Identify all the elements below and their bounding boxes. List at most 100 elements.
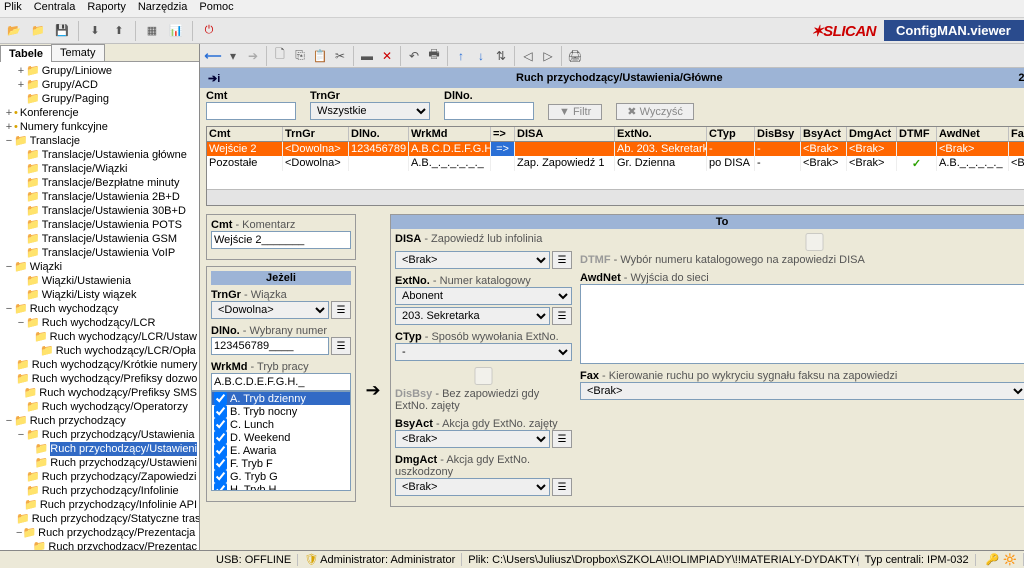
edit-dmgact-select[interactable]: <Brak> — [395, 478, 550, 496]
grid-col-header[interactable]: AwdNet — [937, 127, 1009, 142]
sort-icon[interactable]: ⇅ — [492, 47, 510, 65]
exit-icon[interactable]: ⏻ — [199, 21, 219, 41]
wrkmd-checkbox[interactable] — [214, 405, 227, 418]
tree-node[interactable]: −📁Wiązki — [2, 260, 197, 274]
menu-plik[interactable]: Plik — [4, 1, 22, 16]
table-row[interactable]: Pozostałe<Dowolna>A.B._._._._._._Zap. Za… — [207, 156, 1024, 171]
tree-node[interactable]: 📁Translacje/Ustawienia POTS — [2, 218, 197, 232]
list-item[interactable]: E. Awaria — [212, 444, 350, 457]
grid-col-header[interactable]: CTyp — [707, 127, 755, 142]
edit-fax-select[interactable]: <Brak> — [580, 382, 1024, 400]
tree-body[interactable]: +📁Grupy/Liniowe+📁Grupy/ACD📁Grupy/Paging+… — [0, 62, 199, 550]
list-item[interactable]: A. Tryb dzienny — [212, 392, 350, 405]
list-item[interactable]: B. Tryb nocny — [212, 405, 350, 418]
tree-node[interactable]: 📁Ruch przychodzący/Zapowiedzi — [2, 470, 197, 484]
tree-node[interactable]: 📁Translacje/Ustawienia VoIP — [2, 246, 197, 260]
grid-col-header[interactable]: BsyAct — [801, 127, 847, 142]
tree-tab-tematy[interactable]: Tematy — [51, 44, 104, 61]
edit-extno-select[interactable]: 203. Sekretarka — [395, 307, 550, 325]
grid-col-header[interactable]: DTMF — [897, 127, 937, 142]
tree-node[interactable]: +•Konferencje — [2, 106, 197, 120]
grid-col-header[interactable]: TrnGr — [283, 127, 349, 142]
filter-button[interactable]: ▼ Filtr — [548, 104, 602, 120]
wrkmd-listbox[interactable]: A. Tryb dziennyB. Tryb nocnyC. LunchD. W… — [211, 391, 351, 491]
grid-col-header[interactable]: ExtNo. — [615, 127, 707, 142]
menu-centrala[interactable]: Centrala — [34, 1, 76, 16]
edit-disa-select[interactable]: <Brak> — [395, 251, 550, 269]
print-icon[interactable]: 🖶 — [425, 47, 443, 65]
menu-pomoc[interactable]: Pomoc — [199, 1, 233, 16]
tree-node[interactable]: −📁Ruch przychodzący/Prezentacja n — [2, 526, 197, 540]
edit-extno-type-select[interactable]: Abonent — [395, 287, 572, 305]
folder-icon[interactable]: 📁 — [28, 21, 48, 41]
edit-bsyact-select[interactable]: <Brak> — [395, 430, 550, 448]
grid-scrollbar-h[interactable] — [207, 189, 1024, 205]
wrkmd-checkbox[interactable] — [214, 470, 227, 483]
extno-picker-icon[interactable]: ☰ — [552, 307, 572, 325]
tree-node[interactable]: 📁Translacje/Bezpłatne minuty — [2, 176, 197, 190]
tree-node[interactable]: 📁Translacje/Ustawienia główne — [2, 148, 197, 162]
up-icon[interactable]: ↑ — [452, 47, 470, 65]
delete-icon[interactable]: ✕ — [378, 47, 396, 65]
copy-icon[interactable]: ⎘ — [291, 47, 309, 65]
grid-col-header[interactable]: => — [491, 127, 515, 142]
tree-node[interactable]: 📁Ruch wychodzący/Prefiksy SMS — [2, 386, 197, 400]
tree-node[interactable]: 📁Ruch przychodzący/Ustawieni — [2, 456, 197, 470]
tree-node[interactable]: 📁Ruch wychodzący/Krótkie numery — [2, 358, 197, 372]
print2-icon[interactable]: 🖨 — [566, 47, 584, 65]
disa-picker-icon[interactable]: ☰ — [552, 251, 572, 269]
grid-col-header[interactable]: Fax — [1009, 127, 1024, 142]
back-icon[interactable]: ⟵ — [204, 47, 222, 65]
filter-trngr-select[interactable]: Wszystkie — [310, 102, 430, 120]
indent-right-icon[interactable]: ▷ — [539, 47, 557, 65]
save-icon[interactable]: 💾 — [52, 21, 72, 41]
tree-node[interactable]: 📁Grupy/Paging — [2, 92, 197, 106]
down-icon[interactable]: ↓ — [472, 47, 490, 65]
menu-narzedzia[interactable]: Narzędzia — [138, 1, 188, 16]
filter-cmt-input[interactable] — [206, 102, 296, 120]
indent-left-icon[interactable]: ◁ — [519, 47, 537, 65]
tree-node[interactable]: 📁Ruch przychodzący/Infolinie API — [2, 498, 197, 512]
tree-node[interactable]: +📁Grupy/ACD — [2, 78, 197, 92]
list-item[interactable]: H. Tryb H — [212, 483, 350, 491]
wrkmd-checkbox[interactable] — [214, 457, 227, 470]
tree-node[interactable]: 📁Translacje/Wiązki — [2, 162, 197, 176]
tree-node[interactable]: +•Numery funkcyjne — [2, 120, 197, 134]
undo-icon[interactable]: ↶ — [405, 47, 423, 65]
list-item[interactable]: C. Lunch — [212, 418, 350, 431]
menu-raporty[interactable]: Raporty — [87, 1, 126, 16]
tree-node[interactable]: 📁Ruch wychodzący/LCR/Ustaw — [2, 330, 197, 344]
clear-filter-button[interactable]: ✖ Wyczyść — [616, 103, 694, 120]
edit-ctyp-select[interactable]: - — [395, 343, 572, 361]
tree-node[interactable]: −📁Ruch wychodzący — [2, 302, 197, 316]
dlno-picker-icon[interactable]: ☰ — [331, 337, 351, 355]
tree-node[interactable]: 📁Ruch przychodzący/Statyczne tras — [2, 512, 197, 526]
paste-icon[interactable]: 📋 — [311, 47, 329, 65]
tree-node[interactable]: 📁Ruch wychodzący/Operatorzy — [2, 400, 197, 414]
forward-icon[interactable]: ➔ — [244, 47, 262, 65]
wrkmd-checkbox[interactable] — [214, 418, 227, 431]
tree-node[interactable]: 📁Ruch przychodzący/Ustawieni — [2, 442, 197, 456]
tree-node[interactable]: 📁Wiązki/Ustawienia — [2, 274, 197, 288]
new-icon[interactable]: 🗋 — [271, 47, 289, 65]
dmgact-picker-icon[interactable]: ☰ — [552, 478, 572, 496]
grid-col-header[interactable]: DISA — [515, 127, 615, 142]
filter-dlno-input[interactable] — [444, 102, 534, 120]
bsyact-picker-icon[interactable]: ☰ — [552, 430, 572, 448]
wrkmd-checkbox[interactable] — [214, 392, 227, 405]
dropdown-icon[interactable]: ▾ — [224, 47, 242, 65]
open-icon[interactable]: 📂 — [4, 21, 24, 41]
wrkmd-checkbox[interactable] — [214, 431, 227, 444]
tree-node[interactable]: −📁Ruch przychodzący — [2, 414, 197, 428]
grid-col-header[interactable]: DlNo. — [349, 127, 409, 142]
list-item[interactable]: G. Tryb G — [212, 470, 350, 483]
tree-node[interactable]: −📁Ruch wychodzący/LCR — [2, 316, 197, 330]
tree-node[interactable]: 📁Wiązki/Listy wiązek — [2, 288, 197, 302]
edit-cmt-input[interactable] — [211, 231, 351, 249]
awdnet-listbox[interactable] — [580, 284, 1024, 364]
download-icon[interactable]: ⬇ — [85, 21, 105, 41]
report-icon[interactable]: 📊 — [166, 21, 186, 41]
cards-icon[interactable]: ▦ — [142, 21, 162, 41]
tree-node[interactable]: 📁Ruch wychodzący/Prefiksy dozwo — [2, 372, 197, 386]
tree-node[interactable]: −📁Translacje — [2, 134, 197, 148]
